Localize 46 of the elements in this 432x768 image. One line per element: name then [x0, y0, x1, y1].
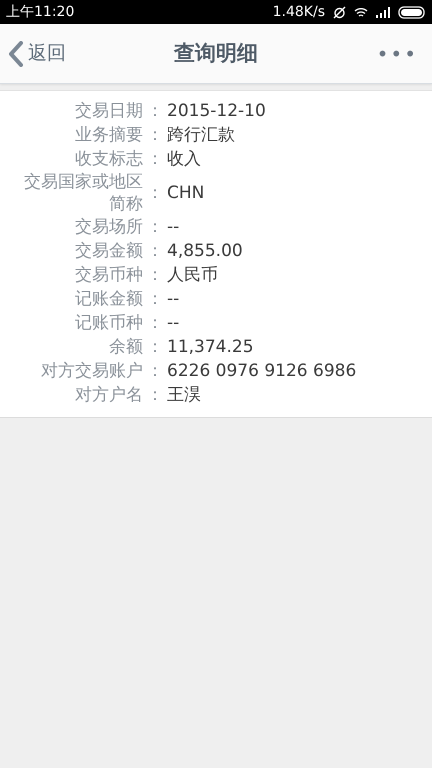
field-value: 4,855.00: [167, 240, 243, 262]
separator: ：: [146, 336, 164, 358]
separator: ：: [146, 148, 164, 170]
field-value: 人民币: [167, 264, 218, 286]
field-value: --: [167, 288, 180, 310]
field-label: 交易日期: [74, 100, 143, 122]
separator: ：: [146, 216, 164, 238]
field-label: 收支标志: [74, 148, 143, 170]
field-value: 2015-12-10: [167, 100, 266, 122]
network-speed: 1.48K/s: [272, 2, 325, 22]
field-label: 记账币种: [74, 312, 143, 334]
separator: ：: [146, 288, 164, 310]
separator: ：: [146, 100, 164, 122]
field-value: 11,374.25: [167, 336, 254, 358]
chevron-left-icon: [8, 40, 24, 66]
page-title: 查询明细: [174, 40, 258, 67]
field-label: 交易币种: [74, 264, 143, 286]
field-label: 业务摘要: [74, 124, 143, 146]
field-label: 余额: [108, 336, 143, 358]
field-label: 对方交易账户: [40, 360, 143, 382]
status-time: 上午11:20: [6, 2, 74, 22]
separator: ：: [146, 360, 164, 382]
field-value: 跨行汇款: [167, 124, 235, 146]
more-button[interactable]: •••: [376, 38, 432, 68]
back-button[interactable]: 返回: [0, 39, 66, 68]
battery-icon: [398, 6, 426, 18]
field-value: --: [167, 312, 180, 334]
field-value: 王淏: [167, 384, 201, 406]
field-value: 收入: [167, 148, 201, 170]
field-value: --: [167, 216, 180, 238]
field-label: 记账金额: [74, 288, 143, 310]
separator: ：: [146, 240, 164, 262]
field-value: CHN: [167, 182, 204, 204]
separator: ：: [146, 312, 164, 334]
alarm-off-icon: [333, 6, 346, 18]
wifi-icon: [354, 6, 368, 18]
separator: ：: [146, 124, 164, 146]
field-value: 6226 0976 9126 6986: [167, 360, 356, 382]
field-label: 交易国家或地区简称: [23, 171, 143, 215]
separator: ：: [146, 182, 164, 204]
field-label: 对方户名: [74, 384, 143, 406]
field-label: 交易金额: [74, 240, 143, 262]
separator: ：: [146, 264, 164, 286]
separator: ：: [146, 384, 164, 406]
signal-icon: [376, 6, 390, 18]
field-label: 交易场所: [74, 216, 143, 238]
